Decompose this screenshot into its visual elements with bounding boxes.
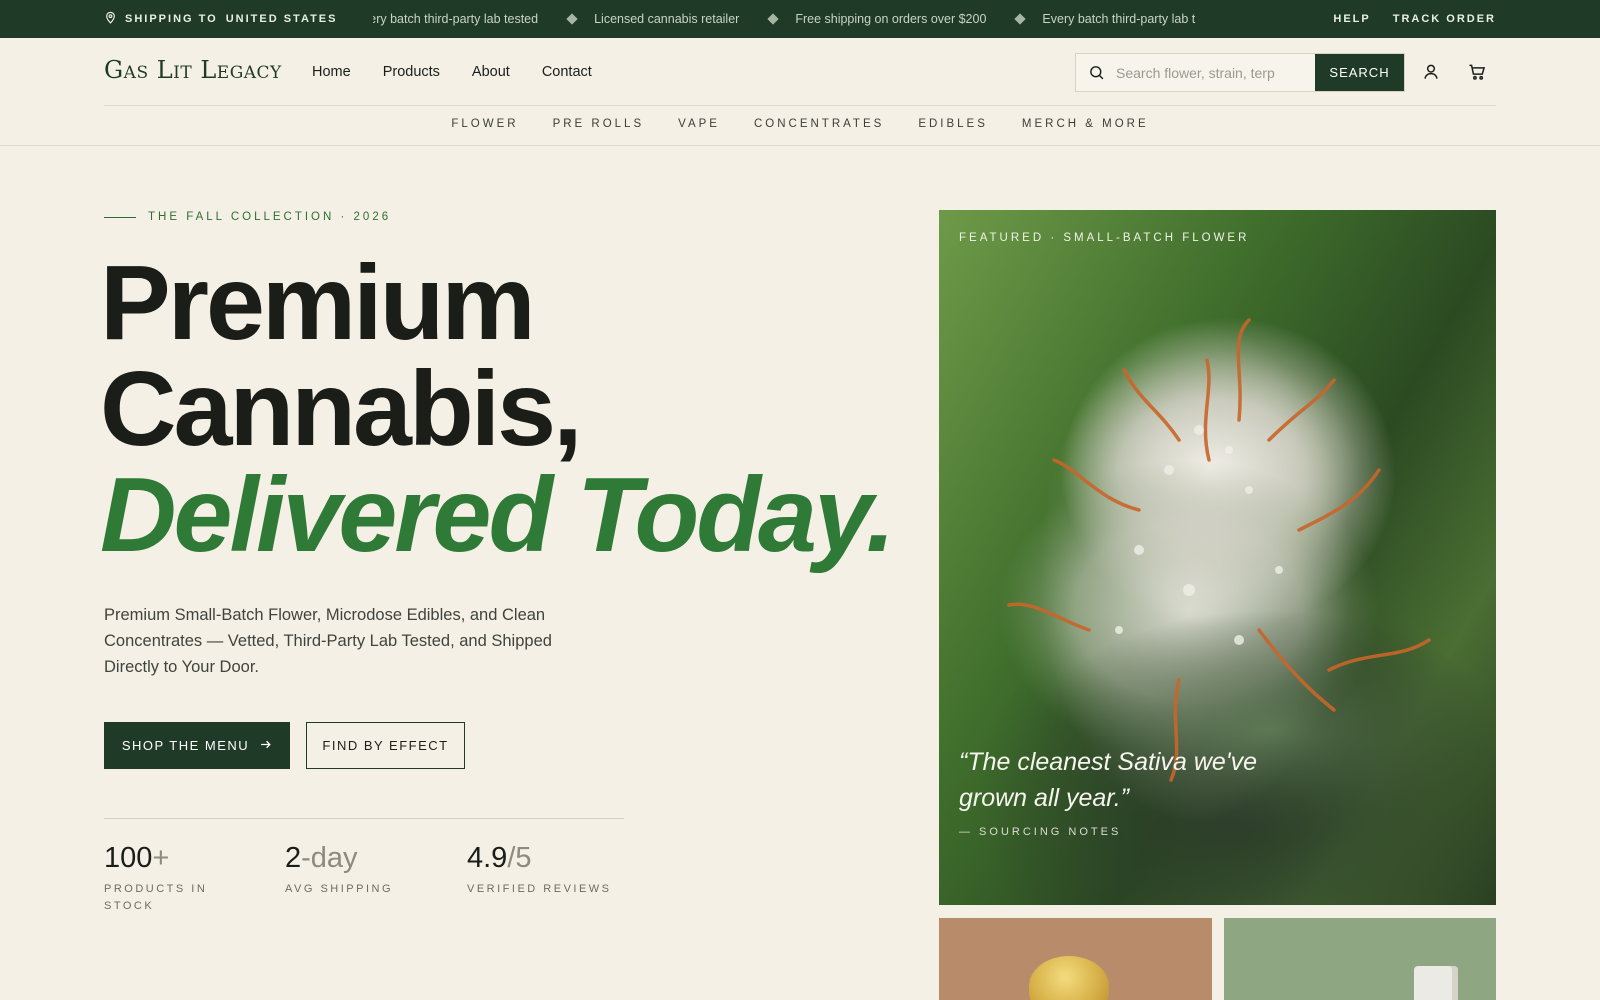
hero-eyebrow: THE FALL COLLECTION · 2026 (104, 211, 391, 223)
nav-home[interactable]: Home (312, 64, 351, 80)
stat-reviews: 4.9/5 VERIFIED REVIEWS (467, 842, 637, 898)
concentrate-image (1029, 956, 1109, 1000)
user-icon[interactable] (1421, 62, 1441, 82)
eyebrow-text: THE FALL COLLECTION · 2026 (148, 211, 392, 223)
help-link[interactable]: Help (1333, 13, 1370, 25)
location-pin-icon (104, 11, 117, 27)
header-divider (104, 105, 1496, 106)
headline-line-3: Delivered Today. (100, 456, 895, 574)
diamond-icon (566, 13, 578, 25)
utility-links: Help Track Order (1333, 0, 1496, 38)
ticker-item: Licensed cannabis retailer (566, 12, 739, 26)
announcement-bar: Shipping to United States very batch thi… (0, 0, 1600, 38)
ticker-item: Free shipping on orders over $200 (767, 12, 986, 26)
shipping-destination[interactable]: Shipping to United States (104, 0, 337, 38)
category-nav: FLOWER PRE ROLLS VAPE CONCENTRATES EDIBL… (0, 118, 1600, 130)
nav-about[interactable]: About (472, 64, 510, 80)
category-pre-rolls[interactable]: PRE ROLLS (553, 118, 645, 130)
ticker-item: Every batch third-party lab t (1014, 12, 1195, 26)
category-merch[interactable]: MERCH & MORE (1022, 118, 1149, 130)
stat-label: VERIFIED REVIEWS (467, 883, 612, 895)
search-input[interactable] (1116, 54, 1315, 91)
nav-contact[interactable]: Contact (542, 64, 592, 80)
ticker-item: very batch third-party lab tested (373, 12, 539, 26)
site-header: Gas Lit Legacy Home Products About Conta… (0, 38, 1600, 146)
eyebrow-rule (104, 216, 136, 218)
category-vape[interactable]: VAPE (678, 118, 720, 130)
shipping-label: Shipping to (125, 13, 218, 25)
category-flower[interactable]: FLOWER (451, 118, 518, 130)
featured-product-card[interactable]: FEATURED · SMALL-BATCH FLOWER “The clean… (939, 210, 1496, 905)
stat-label: AVG SHIPPING (285, 883, 394, 895)
headline-line-1: Premium (100, 244, 536, 362)
find-by-effect-button[interactable]: FIND BY EFFECT (306, 722, 465, 769)
product-tile-concentrate[interactable] (939, 918, 1212, 1000)
category-concentrates[interactable]: CONCENTRATES (754, 118, 884, 130)
nav-products[interactable]: Products (383, 64, 440, 80)
shipping-country: United States (225, 13, 338, 25)
shop-menu-label: SHOP THE MENU (121, 738, 250, 753)
brand-logo[interactable]: Gas Lit Legacy (104, 56, 282, 84)
search-button[interactable]: SEARCH (1315, 54, 1404, 91)
stat-shipping: 2-day AVG SHIPPING (285, 842, 435, 898)
featured-quote: “The cleanest Sativa we've grown all yea… (959, 748, 1257, 812)
arrow-right-icon (259, 738, 272, 754)
category-edibles[interactable]: EDIBLES (918, 118, 988, 130)
search-icon (1076, 54, 1116, 91)
announcement-ticker: very batch third-party lab tested Licens… (373, 0, 1308, 38)
main-nav: Home Products About Contact (312, 64, 592, 80)
shop-menu-button[interactable]: SHOP THE MENU (104, 722, 290, 769)
stats-divider (104, 818, 624, 819)
hero-headline: Premium Cannabis, Delivered Today. (100, 244, 895, 574)
diamond-icon (1014, 13, 1027, 25)
product-tile-edible[interactable] (1224, 918, 1496, 1000)
cart-icon[interactable] (1467, 62, 1487, 82)
featured-tag: FEATURED · SMALL-BATCH FLOWER (959, 232, 1250, 244)
stat-products: 100+ PRODUCTS IN STOCK (104, 842, 254, 915)
stat-label: PRODUCTS IN STOCK (104, 883, 208, 912)
track-order-link[interactable]: Track Order (1393, 13, 1496, 25)
search-bar: SEARCH (1075, 53, 1405, 92)
hero-description: Premium Small-Batch Flower, Microdose Ed… (104, 606, 552, 676)
quote-attribution: — SOURCING NOTES (959, 826, 1122, 838)
edible-image (1414, 966, 1458, 1000)
diamond-icon (767, 13, 779, 25)
headline-line-2: Cannabis, (100, 350, 583, 468)
